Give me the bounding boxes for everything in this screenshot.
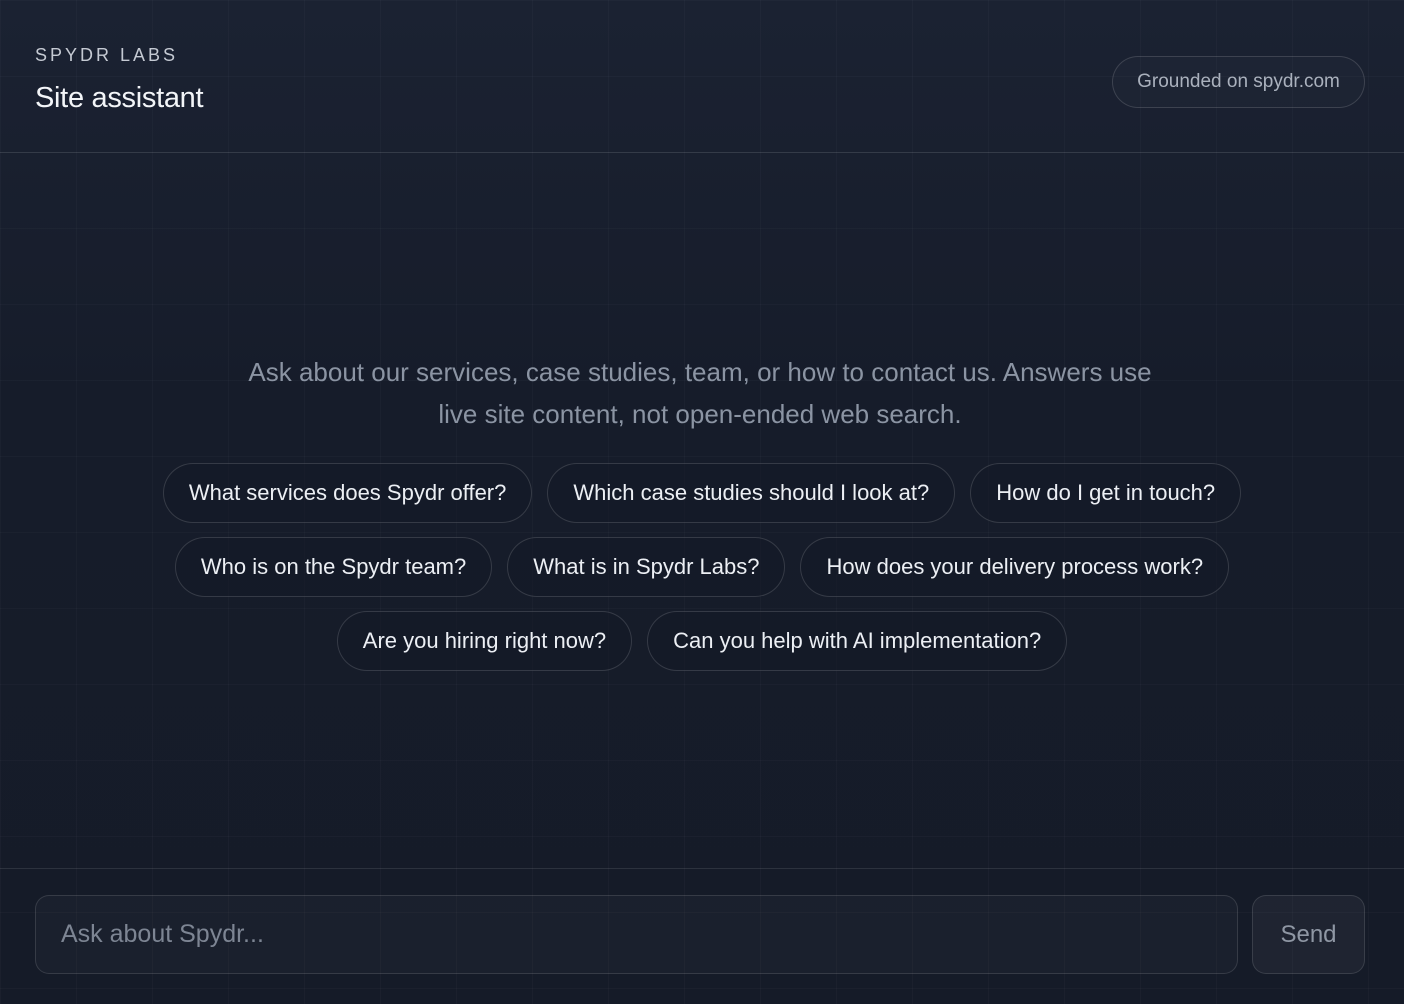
suggestion-row-2: Who is on the Spydr team? What is in Spy… bbox=[0, 537, 1404, 597]
suggestion-ai-implementation[interactable]: Can you help with AI implementation? bbox=[647, 611, 1068, 671]
suggestion-hiring[interactable]: Are you hiring right now? bbox=[336, 611, 633, 671]
suggestion-contact[interactable]: How do I get in touch? bbox=[970, 463, 1242, 523]
suggestion-row-3: Are you hiring right now? Can you help w… bbox=[0, 611, 1404, 671]
composer: Send bbox=[0, 868, 1404, 1004]
suggestion-services[interactable]: What services does Spydr offer? bbox=[162, 463, 533, 523]
suggestion-row-1: What services does Spydr offer? Which ca… bbox=[0, 463, 1404, 523]
page-title: Site assistant bbox=[35, 82, 204, 114]
suggestion-labs[interactable]: What is in Spydr Labs? bbox=[507, 537, 786, 597]
suggestion-case-studies[interactable]: Which case studies should I look at? bbox=[547, 463, 956, 523]
header: SPYDR LABS Site assistant Grounded on sp… bbox=[0, 0, 1404, 153]
intro-line-1: Ask about our services, case studies, te… bbox=[248, 357, 1152, 387]
message-input[interactable] bbox=[36, 896, 1237, 973]
assistant-app: SPYDR LABS Site assistant Grounded on sp… bbox=[0, 0, 1404, 1004]
intro-line-2: live site content, not open-ended web se… bbox=[438, 399, 962, 429]
suggestion-chips: What services does Spydr offer? Which ca… bbox=[0, 463, 1404, 685]
suggestion-delivery-process[interactable]: How does your delivery process work? bbox=[800, 537, 1230, 597]
suggestion-team[interactable]: Who is on the Spydr team? bbox=[174, 537, 493, 597]
intro-text: Ask about our services, case studies, te… bbox=[200, 351, 1200, 435]
grounded-badge: Grounded on spydr.com bbox=[1112, 56, 1365, 108]
brand-name: SPYDR LABS bbox=[35, 45, 179, 65]
send-button[interactable]: Send bbox=[1252, 895, 1365, 974]
message-input-container bbox=[35, 895, 1238, 974]
